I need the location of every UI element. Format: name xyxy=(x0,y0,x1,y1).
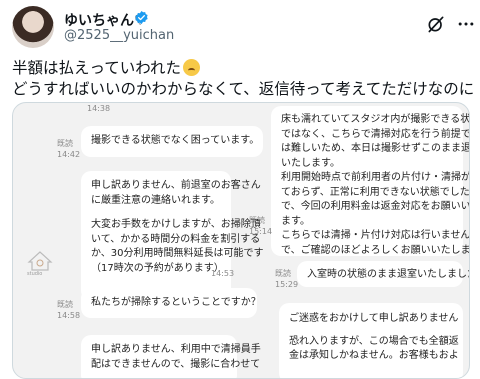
message-line: 大変お手数をかけしますが、お掃除頂 xyxy=(91,219,261,230)
message-line: で、ご確認のほどよろしくお願いいたします。 xyxy=(281,244,470,256)
message-time: 15:29 xyxy=(275,280,299,289)
grok-icon[interactable] xyxy=(426,14,446,34)
message-line: 私たちが掃除するということですか？ xyxy=(91,297,261,308)
message-time: 14:58 xyxy=(57,311,81,320)
message-line: ます。 xyxy=(281,215,310,227)
message-line: 恐れ入りますが、この場合でも全額返 xyxy=(289,335,459,347)
message-line: 撮影できる状態でなく困っています。 xyxy=(91,135,260,146)
message-line: か、30分利用時間無料延長は可能です xyxy=(91,248,264,259)
message-line: 入室時の状態のまま退室いたしました。 xyxy=(307,269,470,280)
message-line: 利用開始時点で前利用者の片付け・清掃がされ xyxy=(281,172,470,183)
received-message: 撮影できる状態でなく困っています。 xyxy=(81,126,263,157)
tweet-line-2: どうすればいいのかわからなくて、返信待って考えてただけなのに xyxy=(12,80,475,98)
received-message: 申し訳ありません、前退室のお客さん に厳重注意の連絡いれます。 大変お手数をかけ… xyxy=(81,171,264,301)
more-options-icon[interactable] xyxy=(456,14,476,34)
author-handle[interactable]: @2525__yuichan xyxy=(64,28,174,43)
verified-badge-icon xyxy=(135,10,148,25)
message-spacer xyxy=(91,208,221,218)
message-line: 金は承知しかねません。お客様もおよ xyxy=(289,350,459,361)
message-line: （17時次の予約があります） xyxy=(91,262,224,274)
crying-face-emoji-icon xyxy=(182,59,200,76)
message-read-status: 既読 xyxy=(57,300,73,309)
message-spacer xyxy=(289,327,453,335)
message-line: で、今回の利用料金は返金対応をお願いいたし xyxy=(281,201,470,212)
message-time: 15:14 xyxy=(249,227,273,236)
message-read-status: 既読 xyxy=(275,269,291,278)
message-line: いたします。 xyxy=(281,157,340,169)
message-time: 14:53 xyxy=(211,269,235,278)
received-message: 申し訳ありません、利用中で清掃員手 配はできませんので、撮影に合わせて xyxy=(81,335,261,378)
message-line: に厳重注意の連絡いれます。 xyxy=(91,194,220,206)
sent-message: 床も濡れていてスタジオ内が撮影できる状態 ではなく、こちらで清掃対応を行う前提で… xyxy=(271,106,470,256)
message-line: 申し訳ありません、利用中で清掃員手 xyxy=(91,344,261,355)
message-line: 申し訳ありません、前退室のお客さん xyxy=(91,180,261,191)
message-read-status: 既読 xyxy=(249,216,265,225)
studio-logo-icon xyxy=(27,251,53,271)
message-line: ご迷惑をおかけして申し訳ありません xyxy=(289,313,459,324)
message-time: 14:38 xyxy=(87,104,111,113)
message-read-status: 既読 xyxy=(57,139,73,148)
chat-screenshot-image[interactable]: 14:38 既読 14:42 撮影できる状態でなく困っています。 studio … xyxy=(12,102,470,379)
avatar[interactable] xyxy=(12,6,54,48)
tweet-line-1: 半額は払えっていわれた xyxy=(12,59,181,77)
sent-message: 入室時の状態のまま退室いたしました。 xyxy=(297,261,470,287)
message-line: 床も濡れていてスタジオ内が撮影できる状態 xyxy=(281,114,470,125)
tweet-text: 半額は払えっていわれた どうすればいいのかわからなくて、返信待って考えてただけな… xyxy=(12,58,474,100)
message-line: こちらでは清掃・片付け対応は行いませんの xyxy=(281,230,470,241)
studio-logo-caption: studio xyxy=(27,271,43,277)
message-line: は難しいため、本日は撮影せずこのまま退出 xyxy=(281,143,470,154)
received-message: 私たちが掃除するということですか？ xyxy=(81,288,261,318)
received-message: ご迷惑をおかけして申し訳ありません 恐れ入りますが、この場合でも全額返 金は承知… xyxy=(279,303,463,378)
message-line: ておらず、正常に利用できない状態でしたの xyxy=(281,186,470,198)
message-line: いて、かかる時間分の料金を割引する xyxy=(91,233,261,245)
message-line: ではなく、こちらで清掃対応を行う前提での利用 xyxy=(281,128,470,140)
message-time: 14:42 xyxy=(57,150,81,159)
